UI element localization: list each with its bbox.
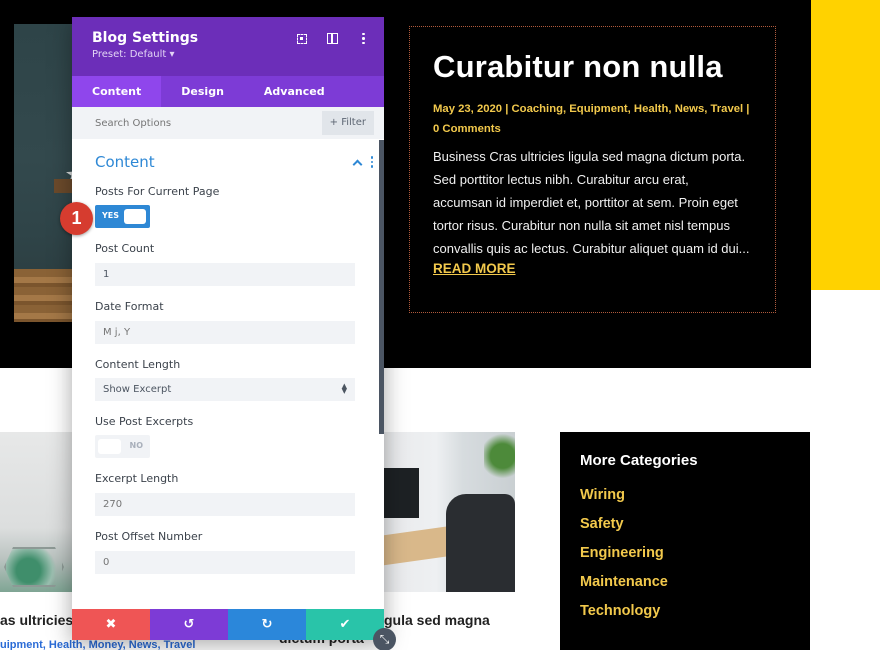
chevron-up-icon[interactable]: [352, 159, 362, 169]
panel-action-bar: ✖ ↺ ↻ ✔: [72, 609, 384, 640]
categories-widget: More Categories Wiring Safety Engineerin…: [560, 432, 810, 650]
terrarium-graphic: [4, 547, 64, 587]
featured-post: Curabitur non nulla May 23, 2020 | Coach…: [409, 26, 776, 313]
category-link[interactable]: Maintenance: [580, 568, 790, 597]
chair-graphic: [446, 494, 515, 592]
preset-dropdown[interactable]: Preset: Default ▾: [92, 49, 364, 60]
field-label: Post Count: [95, 242, 155, 255]
filter-button[interactable]: + Filter: [321, 111, 374, 135]
posts-for-current-page-toggle[interactable]: YES: [95, 205, 150, 228]
field-excerpt-length: Excerpt Length: [95, 472, 355, 516]
toggle-label: NO: [129, 441, 144, 450]
toggle-label: YES: [102, 211, 120, 220]
featured-post-title[interactable]: Curabitur non nulla: [433, 49, 751, 85]
field-date-format: Date Format: [95, 300, 355, 344]
section-options-icon[interactable]: [370, 156, 373, 168]
tab-advanced[interactable]: Advanced: [244, 76, 345, 107]
panel-tabs: Content Design Advanced: [72, 76, 384, 107]
featured-post-excerpt: Business Cras ultricies ligula sed magna…: [433, 149, 750, 256]
field-label: Posts For Current Page: [95, 185, 220, 198]
featured-post-comments[interactable]: 0 Comments: [433, 119, 751, 139]
field-use-post-excerpts: Use Post Excerpts NO: [95, 415, 355, 458]
field-post-offset-number: Post Offset Number: [95, 530, 355, 574]
field-posts-for-current-page: Posts For Current Page YES: [95, 185, 355, 228]
post-card-title[interactable]: gula sed magna: [384, 612, 490, 628]
monitor-graphic: [384, 468, 419, 518]
field-post-count: Post Count: [95, 242, 355, 286]
post-card-image[interactable]: [384, 432, 515, 592]
read-more-link[interactable]: READ MORE: [433, 261, 516, 276]
step-badge: 1: [60, 202, 93, 235]
field-label: Post Offset Number: [95, 530, 203, 543]
post-card-meta[interactable]: uipment, Health, Money, News, Travel: [0, 639, 195, 650]
use-post-excerpts-toggle[interactable]: NO: [95, 435, 150, 458]
field-label: Use Post Excerpts: [95, 415, 194, 428]
panel-body: Content Posts For Current Page YES Post …: [72, 139, 384, 607]
more-options-icon[interactable]: [357, 32, 370, 45]
toggle-knob: [98, 439, 121, 454]
field-label: Excerpt Length: [95, 472, 179, 485]
content-section-header[interactable]: Content: [95, 153, 373, 171]
tab-content[interactable]: Content: [72, 76, 162, 107]
category-link[interactable]: Safety: [580, 510, 790, 539]
toggle-knob: [124, 209, 146, 224]
search-options-input[interactable]: [95, 117, 295, 129]
panel-header[interactable]: Blog Settings Preset: Default ▾: [72, 17, 384, 76]
section-title: Content: [95, 153, 155, 171]
post-card-title[interactable]: as ultricies: [0, 612, 73, 628]
field-content-length: Content Length Show Excerpt ▲ ▼: [95, 358, 355, 401]
redo-button[interactable]: ↻: [228, 609, 306, 640]
tab-design[interactable]: Design: [161, 76, 244, 107]
post-offset-input[interactable]: [95, 551, 355, 574]
split-view-icon[interactable]: [326, 32, 339, 45]
category-link[interactable]: Technology: [580, 597, 790, 626]
field-label: Content Length: [95, 358, 181, 371]
select-value: Show Excerpt: [103, 384, 172, 395]
save-button[interactable]: ✔: [306, 609, 384, 640]
post-count-input[interactable]: [95, 263, 355, 286]
select-arrows-icon: ▲ ▼: [341, 382, 347, 395]
yellow-accent-block: [811, 0, 880, 290]
plant-graphic: [484, 432, 515, 492]
expand-icon[interactable]: [295, 32, 308, 45]
categories-title: More Categories: [580, 452, 698, 469]
content-length-select[interactable]: Show Excerpt ▲ ▼: [95, 378, 355, 401]
blog-settings-panel: Blog Settings Preset: Default ▾ Content …: [72, 17, 384, 640]
excerpt-length-input[interactable]: [95, 493, 355, 516]
panel-scrollbar[interactable]: [379, 140, 384, 434]
date-format-input[interactable]: [95, 321, 355, 344]
undo-button[interactable]: ↺: [150, 609, 228, 640]
field-label: Date Format: [95, 300, 164, 313]
featured-post-meta: May 23, 2020 | Coaching, Equipment, Heal…: [433, 99, 751, 139]
category-link[interactable]: Engineering: [580, 539, 790, 568]
post-card-image[interactable]: [0, 432, 72, 592]
featured-post-meta-line: May 23, 2020 | Coaching, Equipment, Heal…: [433, 103, 750, 115]
category-link[interactable]: Wiring: [580, 481, 790, 510]
search-row: + Filter: [72, 107, 384, 139]
resize-handle-icon[interactable]: ⤡: [373, 628, 396, 650]
cancel-button[interactable]: ✖: [72, 609, 150, 640]
